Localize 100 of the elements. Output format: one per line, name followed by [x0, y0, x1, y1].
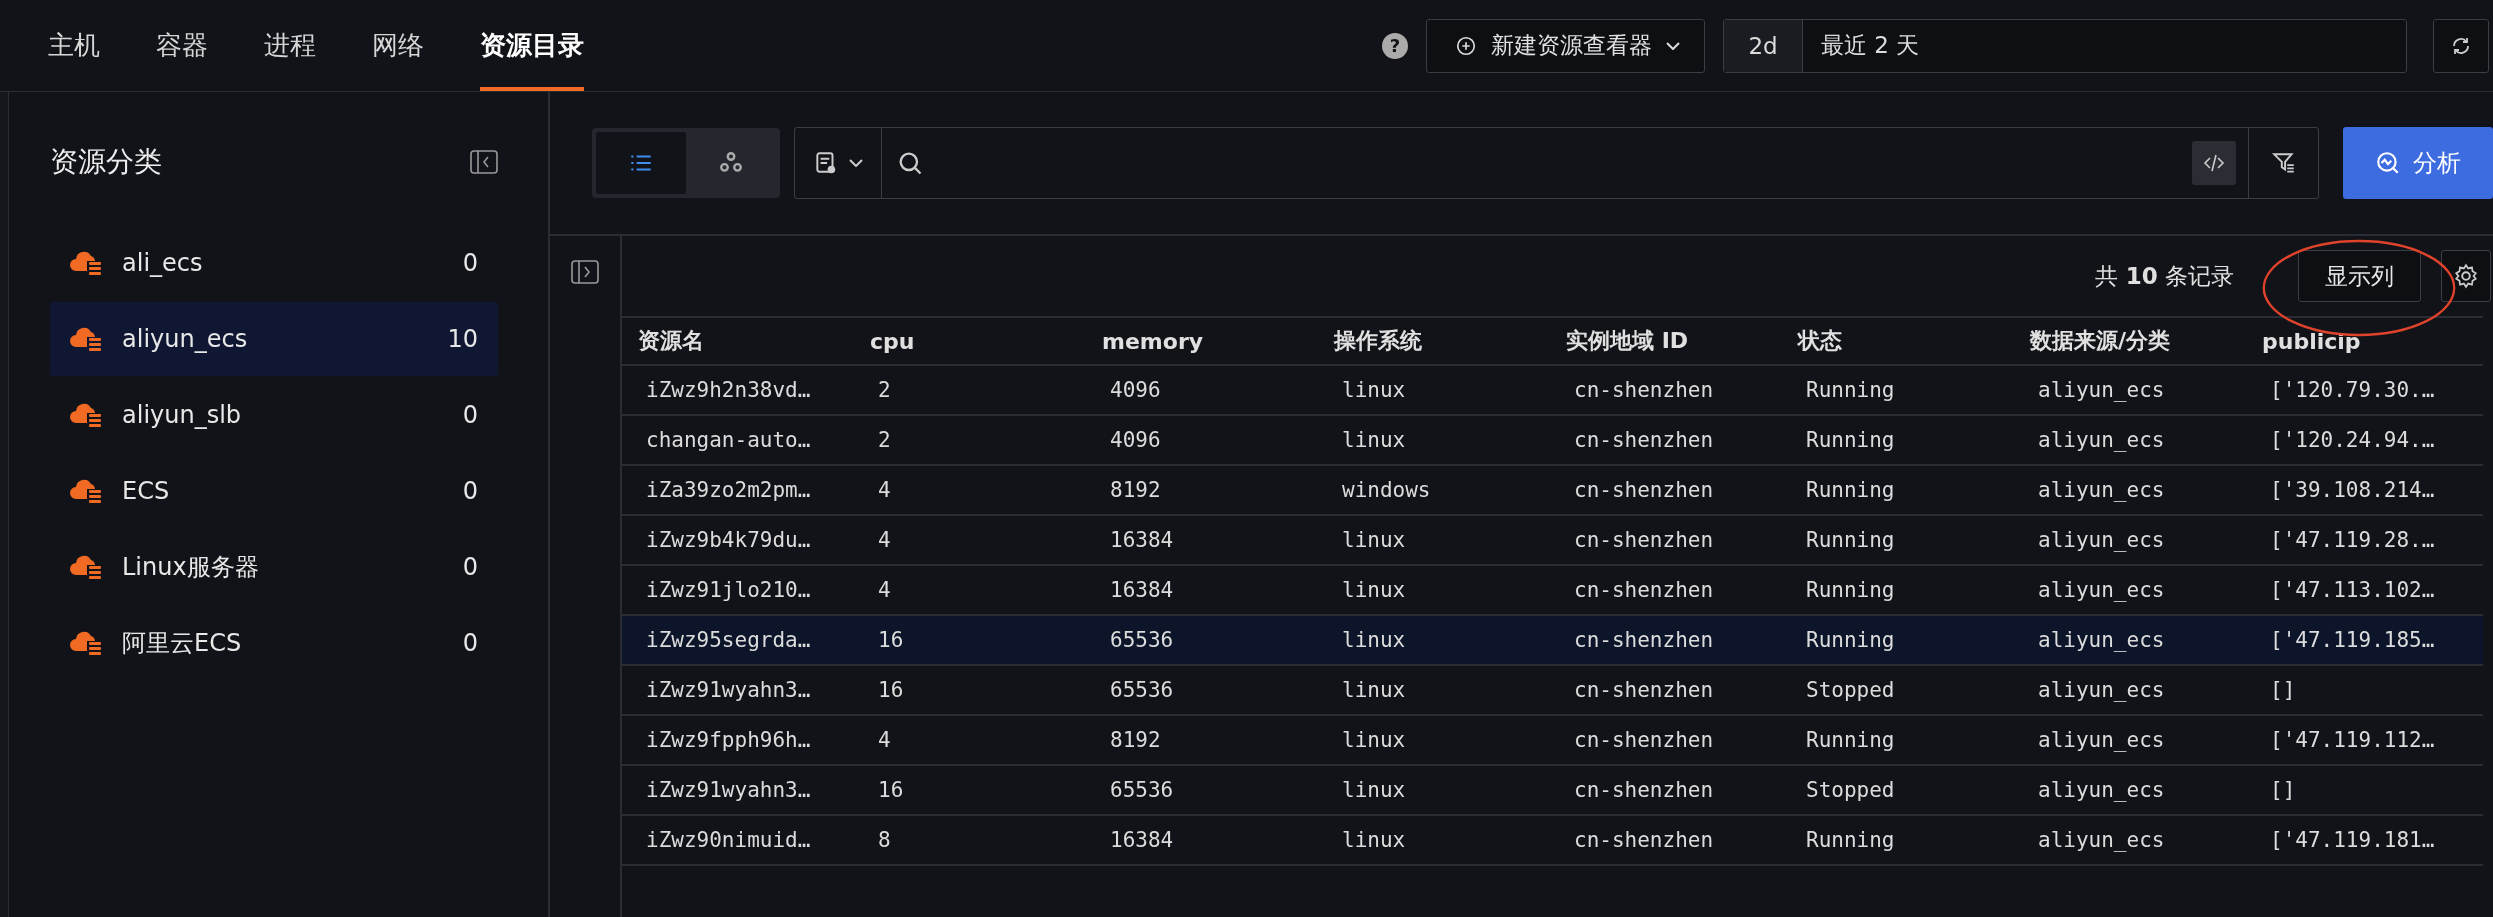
- time-range-label: 最近 2 天: [1820, 31, 1920, 60]
- table-row[interactable]: iZa39zo2m2pm… 4 8192 windows cn-shenzhen Running aliyun_ecs ['39.108.214…: [622, 466, 2483, 516]
- table-cell-text: cn-shenzhen: [1573, 428, 1715, 452]
- table-cell-text: Running: [1805, 378, 1896, 402]
- table-cell-text: cn-shenzhen: [1573, 528, 1715, 552]
- cloud-database-icon: [70, 553, 102, 581]
- table-cell-text: 16: [877, 678, 905, 702]
- refresh-button[interactable]: [2433, 18, 2489, 73]
- table-cell-text: iZwz95segrda…: [645, 628, 812, 652]
- code-button[interactable]: [2192, 141, 2236, 185]
- table-cell-text: cn-shenzhen: [1573, 478, 1715, 502]
- category-item[interactable]: aliyun_ecs 10: [50, 302, 498, 376]
- table-cell-text: aliyun_ecs: [2037, 728, 2166, 752]
- table-cell-text: iZwz91wyahn3…: [645, 778, 812, 802]
- nav-tab[interactable]: 网络: [372, 0, 424, 91]
- table-cell-text: windows: [1341, 478, 1432, 502]
- table-cell-text: cn-shenzhen: [1573, 628, 1715, 652]
- sidebar-title: 资源分类: [50, 144, 162, 180]
- settings-button[interactable]: [2441, 250, 2491, 302]
- category-item[interactable]: ali_ecs 0: [50, 226, 498, 300]
- table-row[interactable]: iZwz95segrda… 16 65536 linux cn-shenzhen Running aliyun_ecs ['47.119.185…: [622, 616, 2483, 666]
- table-cell-text: cn-shenzhen: [1573, 678, 1715, 702]
- chevron-down-icon: [1666, 41, 1680, 50]
- table-cell-text: 65536: [1109, 628, 1175, 652]
- nav-tab[interactable]: 容器: [156, 0, 208, 91]
- table-cell-text: ['47.113.102…: [2269, 578, 2436, 602]
- table-cell-text: 4096: [1109, 428, 1162, 452]
- category-item[interactable]: Linux服务器 0: [50, 530, 498, 604]
- table-row[interactable]: iZwz91wyahn3… 16 65536 linux cn-shenzhen Stopped aliyun_ecs []: [622, 666, 2483, 716]
- table-cell-text: iZwz90nimuid…: [645, 828, 812, 852]
- collapse-panel-icon[interactable]: [470, 150, 498, 174]
- time-range-field[interactable]: 2d 最近 2 天: [1723, 18, 2407, 73]
- table-cell-text: iZwz91jlo210…: [645, 578, 812, 602]
- table-cell-text: Running: [1805, 828, 1896, 852]
- table-row[interactable]: iZwz91wyahn3… 16 65536 linux cn-shenzhen Stopped aliyun_ecs []: [622, 766, 2483, 816]
- column-header: 操作系统: [1332, 327, 1423, 355]
- column-header: publicip: [2261, 328, 2362, 354]
- table-cell-text: ['47.119.28.…: [2269, 528, 2436, 552]
- analyze-icon: [2375, 150, 2401, 176]
- table-cell-text: linux: [1341, 778, 1407, 802]
- column-header: 实例地域 ID: [1565, 327, 1690, 355]
- table-cell-text: 4: [877, 478, 892, 502]
- settings-icon: [2453, 263, 2479, 289]
- table-cell-text: linux: [1341, 428, 1407, 452]
- chevron-down-icon[interactable]: [849, 159, 863, 167]
- table-cell-text: iZa39zo2m2pm…: [645, 478, 812, 502]
- table-row[interactable]: iZwz9fpph96h… 4 8192 linux cn-shenzhen Running aliyun_ecs ['47.119.112…: [622, 716, 2483, 766]
- table-cell-text: Running: [1805, 628, 1896, 652]
- table-cell-text: Running: [1805, 578, 1896, 602]
- table-cell-text: Running: [1805, 428, 1896, 452]
- table-cell-text: ['120.24.94.…: [2269, 428, 2436, 452]
- table-row[interactable]: iZwz9b4k79du… 4 16384 linux cn-shenzhen Running aliyun_ecs ['47.119.28.…: [622, 516, 2483, 566]
- nav-tab[interactable]: 进程: [264, 0, 316, 91]
- table-cell-text: 4: [877, 528, 892, 552]
- nav-tab[interactable]: 资源目录: [480, 0, 584, 91]
- table-row[interactable]: changan-auto… 2 4096 linux cn-shenzhen Running aliyun_ecs ['120.24.94.…: [622, 416, 2483, 466]
- record-count: 共 10 条记录: [2095, 261, 2234, 291]
- table-cell-text: aliyun_ecs: [2037, 778, 2166, 802]
- table-cell-text: cn-shenzhen: [1573, 828, 1715, 852]
- table-cell-text: 16384: [1109, 578, 1175, 602]
- table-cell-text: ['47.119.181…: [2269, 828, 2436, 852]
- table-cell-text: Stopped: [1805, 678, 1896, 702]
- table-row[interactable]: iZwz9h2n38vd… 2 4096 linux cn-shenzhen Running aliyun_ecs ['120.79.30.…: [622, 366, 2483, 416]
- filter-icon: [2270, 150, 2297, 176]
- table-cell-text: 16384: [1109, 528, 1175, 552]
- table-cell-text: 65536: [1109, 778, 1175, 802]
- category-item[interactable]: aliyun_slb 0: [50, 378, 498, 452]
- help-icon[interactable]: ?: [1382, 32, 1408, 59]
- cloud-database-icon: [70, 249, 102, 277]
- nav-tab[interactable]: 主机: [48, 0, 100, 91]
- time-shortcut[interactable]: 2d: [1724, 19, 1803, 72]
- table-cell-text: cn-shenzhen: [1573, 728, 1715, 752]
- table-cell-text: linux: [1341, 678, 1407, 702]
- table-cell-text: aliyun_ecs: [2037, 378, 2166, 402]
- table-cell-text: 4: [877, 578, 892, 602]
- table-cell-text: linux: [1341, 528, 1407, 552]
- category-item[interactable]: ECS 0: [50, 454, 498, 528]
- search-field[interactable]: [794, 127, 2319, 199]
- table-cell-text: iZwz9b4k79du…: [645, 528, 812, 552]
- table-cell-text: 16: [877, 628, 905, 652]
- table-row[interactable]: iZwz90nimuid… 8 16384 linux cn-shenzhen Running aliyun_ecs ['47.119.181…: [622, 816, 2483, 866]
- show-columns-button[interactable]: 显示列: [2298, 250, 2421, 302]
- expand-panel-icon[interactable]: [571, 260, 599, 284]
- new-viewer-button[interactable]: 新建资源查看器: [1426, 18, 1705, 73]
- table-cell-text: []: [2269, 678, 2297, 702]
- column-header: memory: [1101, 328, 1205, 354]
- table-cell-text: 16384: [1109, 828, 1175, 852]
- table-cell-text: 16: [877, 778, 905, 802]
- table-cell-text: iZwz9h2n38vd…: [645, 378, 812, 402]
- analyze-button[interactable]: 分析: [2343, 127, 2493, 199]
- cloud-database-icon: [70, 629, 102, 657]
- table-cell-text: iZwz9fpph96h…: [645, 728, 812, 752]
- category-item[interactable]: 阿里云ECS 0: [50, 606, 498, 680]
- table-cell-text: aliyun_ecs: [2037, 478, 2166, 502]
- table-cell-text: Running: [1805, 478, 1896, 502]
- table-cell-text: aliyun_ecs: [2037, 528, 2166, 552]
- cloud-database-icon: [70, 325, 102, 353]
- column-header: 状态: [1796, 327, 1843, 355]
- table-cell-text: []: [2269, 778, 2297, 802]
- table-cell-text: 8192: [1109, 728, 1162, 752]
